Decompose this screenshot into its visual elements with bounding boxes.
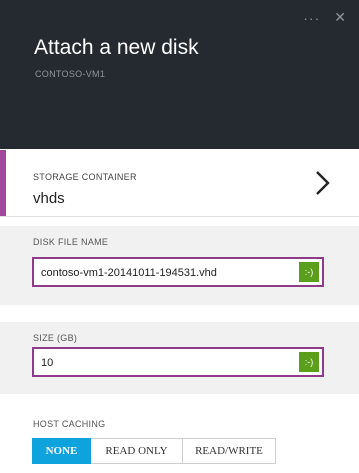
disk-file-name-input[interactable] <box>41 265 301 281</box>
host-caching-read-only-button[interactable]: READ ONLY <box>91 438 183 464</box>
size-section: SIZE (GB) :-) <box>0 322 359 401</box>
storage-container-selector[interactable]: STORAGE CONTAINER vhds <box>0 150 359 217</box>
size-input[interactable] <box>41 355 301 371</box>
host-caching-section: HOST CACHING NONE READ ONLY READ/WRITE <box>0 394 359 473</box>
host-caching-toggle-group: NONE READ ONLY READ/WRITE <box>32 438 276 464</box>
validation-ok-icon: :-) <box>299 262 319 282</box>
page-subtitle: CONTOSO-VM1 <box>35 69 106 79</box>
host-caching-label: HOST CACHING <box>33 419 106 429</box>
storage-container-label: STORAGE CONTAINER <box>33 172 137 182</box>
host-caching-none-button[interactable]: NONE <box>32 438 91 464</box>
chevron-right-icon[interactable] <box>313 168 333 198</box>
blade-header: ··· ✕ Attach a new disk CONTOSO-VM1 <box>0 0 359 149</box>
storage-container-value: vhds <box>33 190 65 207</box>
size-label: SIZE (GB) <box>33 333 78 343</box>
disk-file-name-section: DISK FILE NAME :-) <box>0 226 359 305</box>
close-icon[interactable]: ✕ <box>334 9 347 26</box>
ellipsis-icon[interactable]: ··· <box>303 10 320 26</box>
size-field[interactable]: :-) <box>32 347 324 377</box>
host-caching-read-write-button[interactable]: READ/WRITE <box>183 438 276 464</box>
disk-file-name-field[interactable]: :-) <box>32 257 324 287</box>
header-menu: ··· ✕ <box>303 9 347 26</box>
selection-accent-bar <box>0 150 6 216</box>
disk-file-name-label: DISK FILE NAME <box>33 237 109 247</box>
page-title: Attach a new disk <box>34 36 199 59</box>
validation-ok-icon: :-) <box>299 352 319 372</box>
